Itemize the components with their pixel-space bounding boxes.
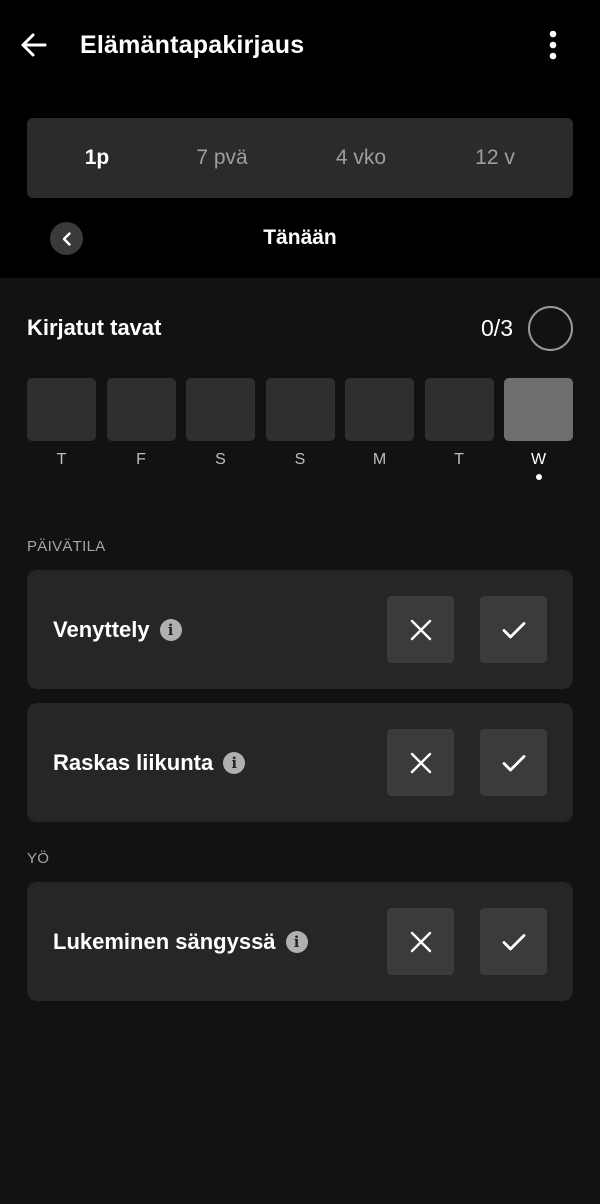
habit-name: Lukeminen sängyssä bbox=[53, 928, 276, 954]
day-column-today[interactable]: W bbox=[504, 378, 573, 480]
habit-card: Raskas liikunta i bbox=[27, 703, 573, 822]
day-column[interactable]: M bbox=[345, 378, 414, 470]
mark-done-button[interactable] bbox=[480, 908, 547, 975]
habit-card: Venyttely i bbox=[27, 570, 573, 689]
check-icon bbox=[502, 621, 525, 638]
day-letter: S bbox=[294, 451, 306, 468]
tab-12-years[interactable]: 12 v bbox=[437, 118, 553, 198]
day-box bbox=[424, 378, 494, 441]
back-button[interactable] bbox=[14, 26, 52, 64]
habit-name: Raskas liikunta bbox=[53, 749, 214, 775]
check-icon bbox=[502, 933, 525, 950]
group-label-night: YÖ bbox=[27, 850, 50, 867]
habit-name: Venyttely bbox=[53, 616, 150, 642]
info-icon[interactable]: i bbox=[159, 618, 182, 641]
day-box bbox=[345, 378, 414, 441]
habit-card: Lukeminen sängyssä i bbox=[27, 882, 573, 1001]
progress-ring bbox=[528, 306, 573, 351]
group-label-daytime: PÄIVÄTILA bbox=[27, 538, 106, 555]
tab-1p[interactable]: 1p bbox=[27, 118, 167, 198]
day-letter: W bbox=[530, 451, 547, 468]
day-box bbox=[27, 378, 96, 441]
date-navigation: Tänään bbox=[0, 214, 600, 262]
habit-row-label: Lukeminen sängyssä i bbox=[53, 882, 308, 1001]
mark-done-button[interactable] bbox=[480, 729, 547, 796]
day-column[interactable]: F bbox=[106, 378, 176, 470]
day-box bbox=[265, 378, 335, 441]
day-box bbox=[504, 378, 573, 441]
day-letter: T bbox=[56, 451, 67, 468]
day-column[interactable]: T bbox=[27, 378, 96, 470]
more-vertical-icon bbox=[549, 30, 557, 60]
check-icon bbox=[502, 754, 525, 771]
info-icon[interactable]: i bbox=[285, 930, 308, 953]
day-box bbox=[106, 378, 176, 441]
day-box bbox=[186, 378, 255, 441]
logged-habits-title: Kirjatut tavat bbox=[27, 315, 162, 340]
day-letter: F bbox=[136, 451, 146, 468]
arrow-left-icon bbox=[21, 33, 47, 57]
current-date-label: Tänään bbox=[263, 226, 337, 249]
mark-done-button[interactable] bbox=[480, 596, 547, 663]
day-letter: M bbox=[372, 451, 387, 468]
header-area: Elämäntapakirjaus 1p 7 pvä 4 vko 12 v Tä… bbox=[0, 0, 600, 278]
habit-row-label: Raskas liikunta i bbox=[53, 703, 246, 822]
tab-7-days[interactable]: 7 pvä bbox=[167, 118, 277, 198]
day-column[interactable]: S bbox=[186, 378, 255, 470]
logged-count: 0/3 bbox=[481, 315, 513, 341]
mark-not-done-button[interactable] bbox=[387, 596, 454, 663]
mark-not-done-button[interactable] bbox=[387, 729, 454, 796]
page-title: Elämäntapakirjaus bbox=[80, 31, 305, 59]
range-selector: 1p 7 pvä 4 vko 12 v bbox=[27, 118, 573, 198]
tab-4-weeks[interactable]: 4 vko bbox=[295, 118, 427, 198]
close-icon bbox=[410, 619, 431, 640]
info-icon[interactable]: i bbox=[223, 751, 246, 774]
day-column[interactable]: T bbox=[424, 378, 494, 470]
close-icon bbox=[410, 752, 431, 773]
app-bar: Elämäntapakirjaus bbox=[0, 0, 600, 88]
today-indicator bbox=[535, 474, 542, 480]
day-letter: T bbox=[454, 451, 464, 468]
day-letter: S bbox=[215, 451, 226, 468]
day-column[interactable]: S bbox=[265, 378, 335, 470]
mark-not-done-button[interactable] bbox=[387, 908, 454, 975]
more-options-button[interactable] bbox=[536, 26, 570, 64]
week-strip: T F S S M T W bbox=[27, 378, 573, 488]
habit-row-label: Venyttely i bbox=[53, 570, 182, 689]
close-icon bbox=[410, 931, 431, 952]
